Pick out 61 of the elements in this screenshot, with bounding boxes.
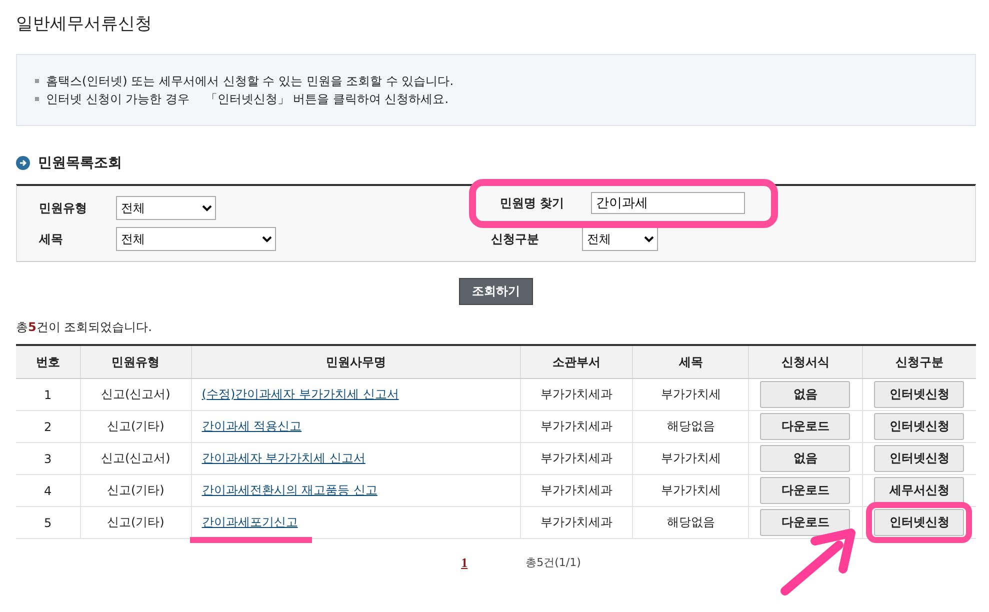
select-field[interactable]: 전체 <box>116 227 276 251</box>
column-header: 민원유형 <box>80 345 192 378</box>
column-header: 신청서식 <box>748 345 862 378</box>
table-cell: 신고(신고서) <box>80 442 192 474</box>
table-cell: 부가가치세과 <box>520 442 633 474</box>
form-button[interactable]: 다운로드 <box>760 509 850 536</box>
table-cell: 부가가치세과 <box>520 410 633 442</box>
table-cell: 2 <box>16 410 80 442</box>
notice-text: 홈택스(인터넷) 또는 세무서에서 신청할 수 있는 민원을 조회할 수 있습니다. <box>46 73 454 90</box>
column-header: 번호 <box>16 345 80 378</box>
form-button[interactable]: 다운로드 <box>760 413 850 440</box>
table-cell: 4 <box>16 474 80 506</box>
page-summary: 총5건(1/1) <box>526 555 581 571</box>
table-cell: 3 <box>16 442 80 474</box>
table-cell: 1 <box>16 378 80 410</box>
column-header: 소관부서 <box>520 345 633 378</box>
document-link[interactable]: 간이과세자 부가가치세 신고서 <box>202 451 366 465</box>
table-cell: 신고(기타) <box>80 410 192 442</box>
table-cell: 부가가치세 <box>632 474 749 506</box>
select-field[interactable]: 전체 <box>116 196 216 220</box>
table-cell: 5 <box>16 506 80 538</box>
bullet-icon <box>35 79 39 83</box>
apply-button[interactable]: 인터넷신청 <box>874 381 964 408</box>
table-cell: 부가가치세과 <box>520 506 633 538</box>
column-header: 민원사무명 <box>191 345 521 378</box>
form-button[interactable]: 없음 <box>760 445 850 472</box>
apply-button[interactable]: 세무서신청 <box>874 477 964 504</box>
form-button[interactable]: 없음 <box>760 381 850 408</box>
column-header: 신청구분 <box>862 345 976 378</box>
filter-label: 민원유형 <box>39 200 88 216</box>
document-link[interactable]: 간이과세 적용신고 <box>202 419 302 433</box>
table-cell: 부가가치세과 <box>520 378 633 410</box>
table-cell: 신고(기타) <box>80 474 192 506</box>
arrow-circle-icon <box>16 156 30 170</box>
search-field[interactable]: 간이과세 <box>591 192 745 214</box>
table-cell: 신고(신고서) <box>80 378 192 410</box>
column-header: 세목 <box>632 345 749 378</box>
document-link[interactable]: 간이과세전환시의 재고품등 신고 <box>202 483 378 497</box>
filter-label: 신청구분 <box>491 230 540 248</box>
page-title: 일반세무서류신청 <box>16 13 153 36</box>
table-cell: 신고(기타) <box>80 506 192 538</box>
apply-button[interactable]: 인터넷신청 <box>874 413 964 440</box>
notice-text: 인터넷 신청이 가능한 경우 「인터넷신청」 버튼을 클릭하여 신청하세요. <box>46 91 449 108</box>
page-link[interactable]: 1 <box>461 555 468 571</box>
table-cell: 부가가치세 <box>632 378 749 410</box>
form-button[interactable]: 다운로드 <box>760 477 850 504</box>
bullet-icon <box>35 97 39 101</box>
search-button[interactable]: 조회하기 <box>459 278 533 305</box>
table-cell: 해당없음 <box>632 410 749 442</box>
table-cell: 부가가치세 <box>632 442 749 474</box>
select-field[interactable]: 전체 <box>582 227 658 251</box>
apply-button[interactable]: 인터넷신청 <box>874 509 964 536</box>
section-title: 민원목록조회 <box>38 154 122 172</box>
result-count: 총5건이 조회되었습니다. <box>16 319 153 336</box>
table-cell: 부가가치세과 <box>520 474 633 506</box>
document-link[interactable]: 간이과세포기신고 <box>202 515 298 529</box>
filter-label: 세목 <box>39 230 64 248</box>
table-cell: 해당없음 <box>632 506 749 538</box>
apply-button[interactable]: 인터넷신청 <box>874 445 964 472</box>
filter-label: 민원명 찾기 <box>500 194 566 212</box>
document-link[interactable]: (수정)간이과세자 부가가치세 신고서 <box>202 387 399 401</box>
